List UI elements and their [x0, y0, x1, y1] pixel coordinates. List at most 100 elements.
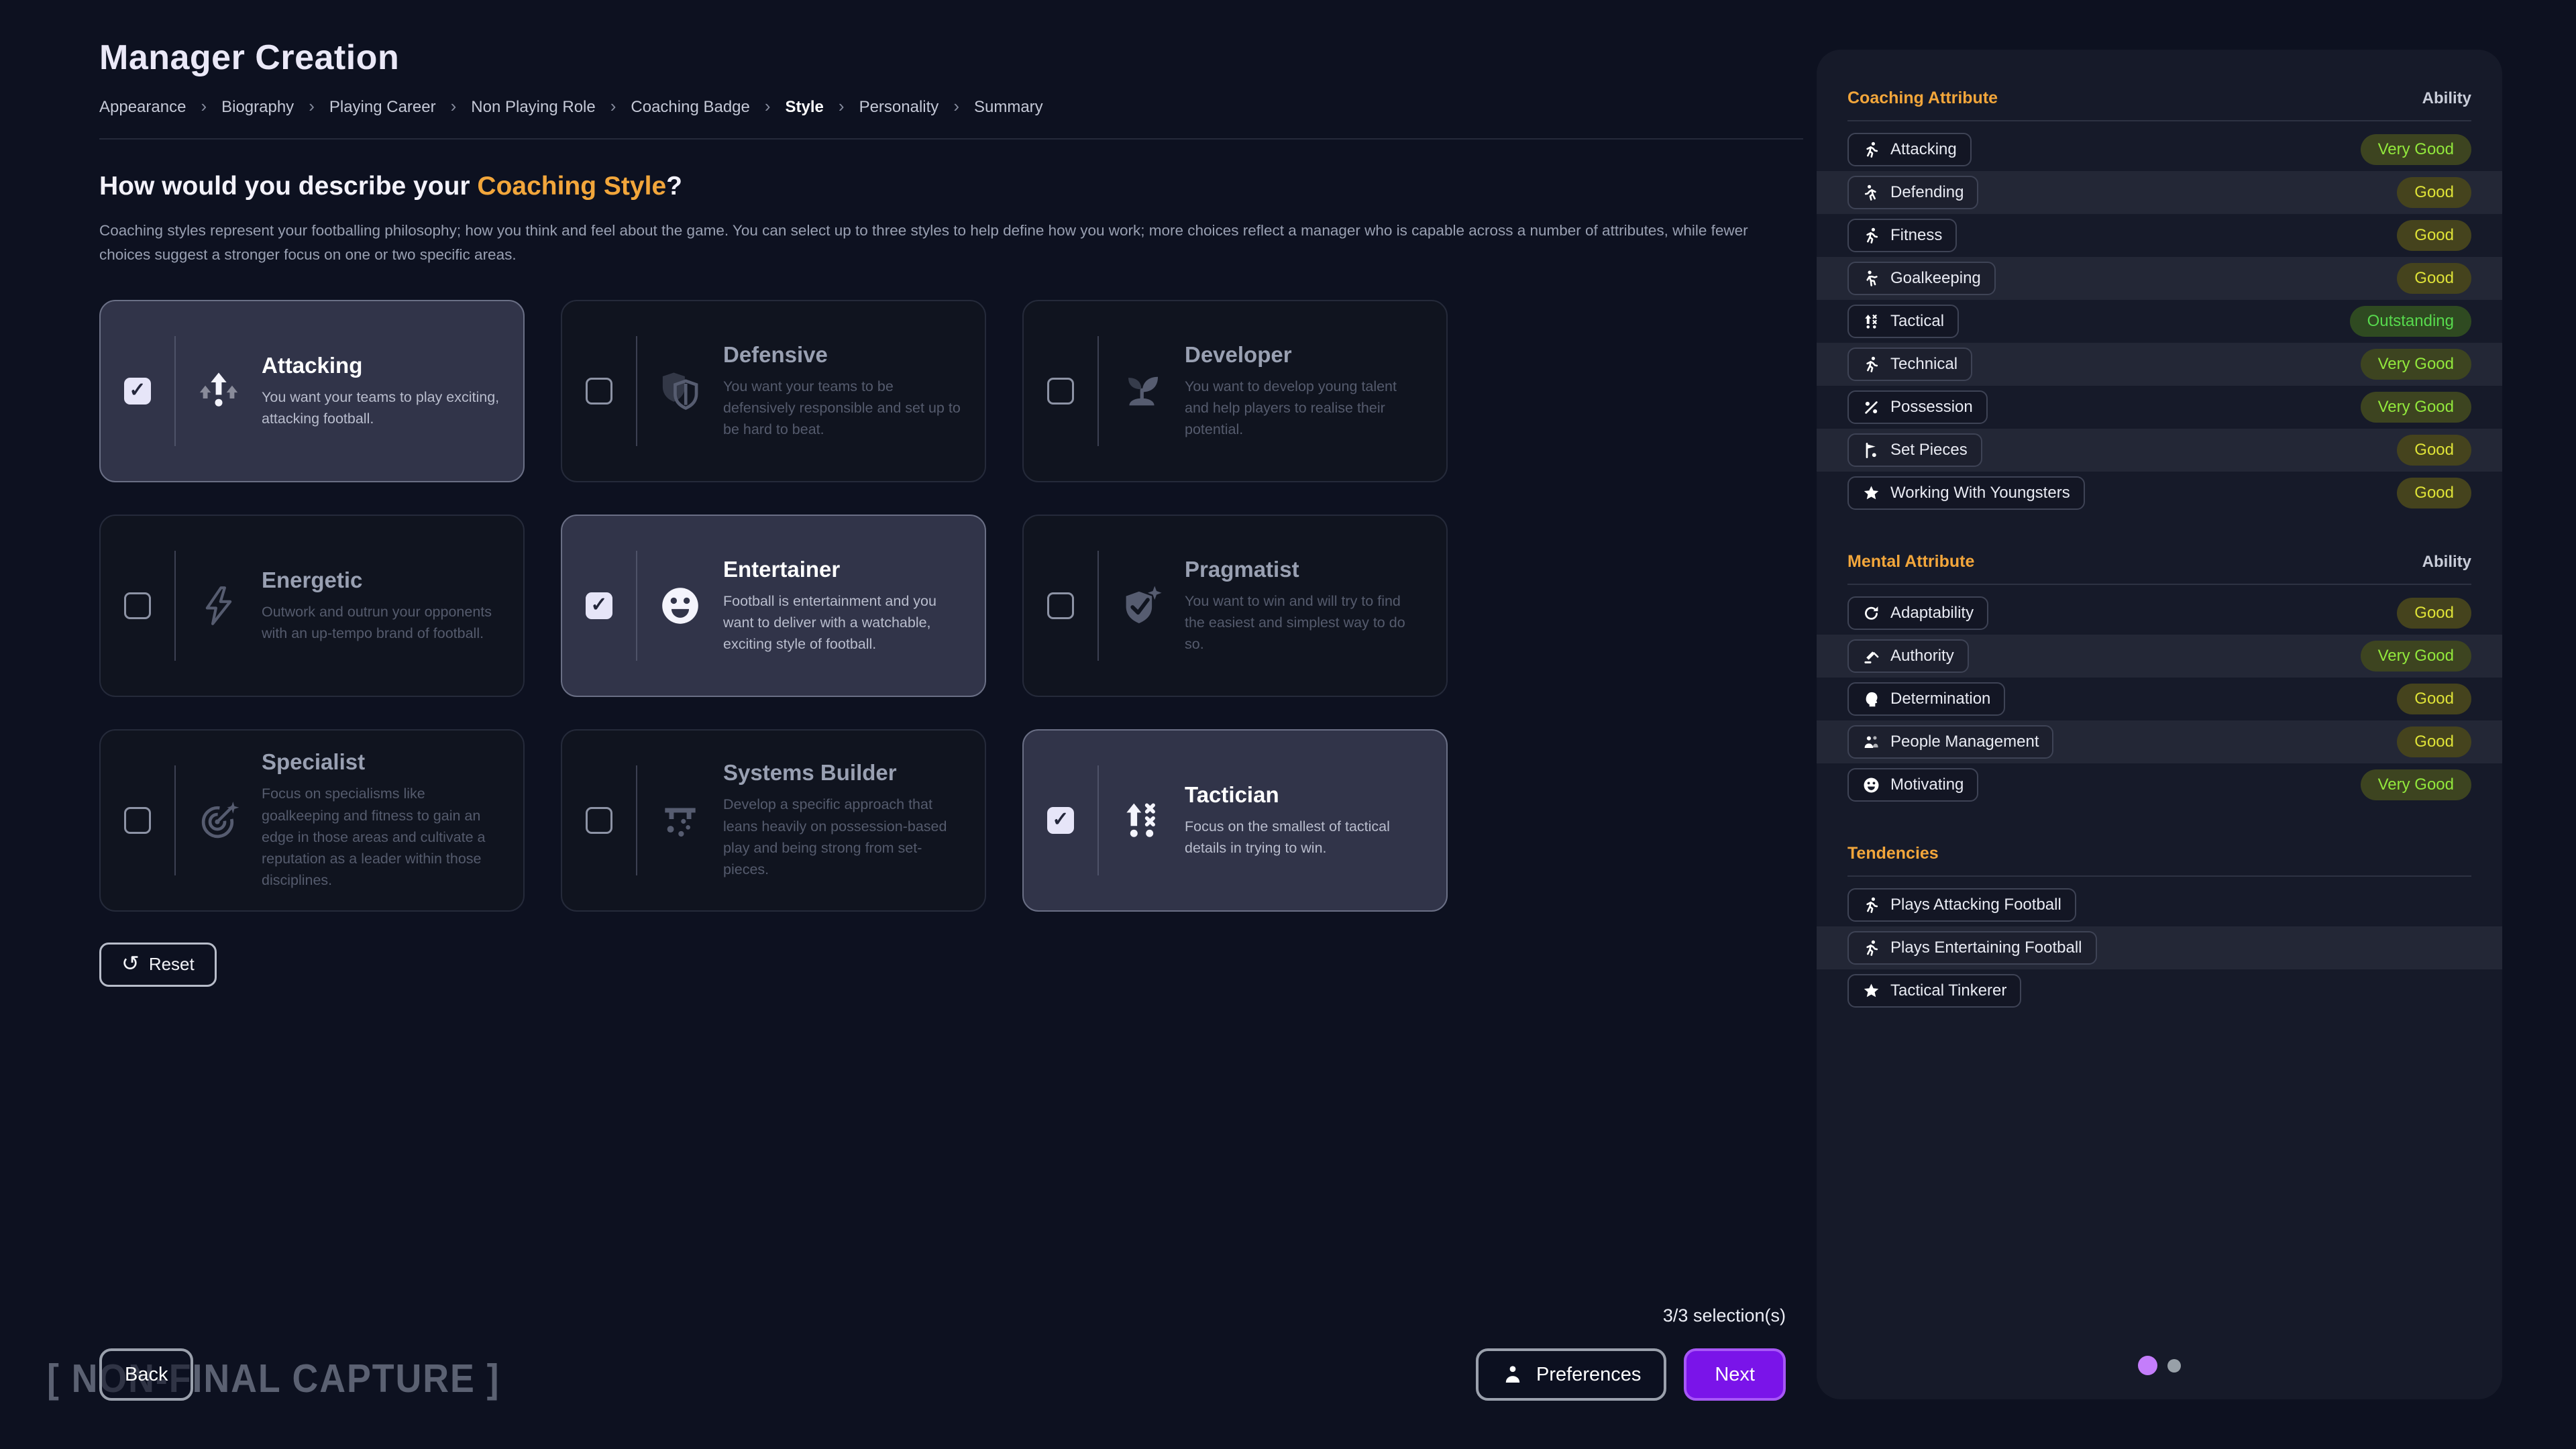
style-card-energetic[interactable]: Energetic Outwork and outrun your oppone… — [99, 515, 525, 697]
footer-actions: Preferences Next — [1476, 1348, 1786, 1401]
tackle-icon — [1862, 184, 1880, 202]
chevron-right-icon: › — [765, 97, 771, 115]
breadcrumb-item-style-current[interactable]: Style — [786, 98, 824, 117]
style-card-developer[interactable]: Developer You want to develop young tale… — [1022, 300, 1448, 482]
attribute-row-adaptability: Adaptability Good — [1817, 592, 2502, 635]
attribute-chip: Working With Youngsters — [1847, 476, 2085, 510]
tactician-checkbox[interactable]: ✓ — [1047, 807, 1074, 834]
ability-badge: Very Good — [2361, 769, 2471, 800]
attribute-label: Working With Youngsters — [1890, 484, 2070, 502]
attribute-label: Adaptability — [1890, 604, 1974, 623]
energetic-bolt-icon — [197, 584, 241, 628]
tendency-label: Plays Entertaining Football — [1890, 938, 2082, 957]
section-divider — [1847, 584, 2471, 585]
person-icon — [1501, 1363, 1524, 1386]
attacking-checkbox[interactable]: ✓ — [124, 378, 151, 405]
specialist-checkbox[interactable] — [124, 807, 151, 834]
icon-column — [637, 516, 723, 696]
attribute-chip: Tactical — [1847, 305, 1959, 338]
reset-button[interactable]: ↺ Reset — [99, 943, 217, 987]
style-card-description: Outwork and outrun your opponents with a… — [262, 601, 500, 645]
attribute-label: Tactical — [1890, 312, 1944, 331]
corner-flag-icon — [1862, 441, 1880, 460]
runner-icon — [1862, 896, 1880, 914]
star-icon — [1862, 484, 1880, 502]
pragmatist-shield-check-icon — [1120, 584, 1164, 628]
icon-column — [1099, 301, 1185, 481]
style-card-systems-builder[interactable]: Systems Builder Develop a specific appro… — [561, 729, 986, 912]
style-card-defensive[interactable]: Defensive You want your teams to be defe… — [561, 300, 986, 482]
breadcrumb-item-appearance[interactable]: Appearance — [99, 98, 186, 117]
ability-badge: Good — [2397, 263, 2471, 294]
checkbox-column: ✓ — [562, 516, 636, 696]
icon-column — [1099, 516, 1185, 696]
style-card-title: Energetic — [262, 568, 500, 593]
attribute-chip: People Management — [1847, 725, 2053, 759]
tendencies-title: Tendencies — [1847, 844, 1939, 863]
style-card-entertainer[interactable]: ✓ Entertainer Football is entertainment … — [561, 515, 986, 697]
ability-badge: Good — [2397, 435, 2471, 466]
energetic-checkbox[interactable] — [124, 592, 151, 619]
ability-badge: Outstanding — [2350, 306, 2471, 337]
attributes-panel: Coaching Attribute Ability Attacking Ver… — [1817, 50, 2502, 1399]
attribute-chip: Attacking — [1847, 133, 1972, 166]
ability-badge: Very Good — [2361, 349, 2471, 380]
preferences-button[interactable]: Preferences — [1476, 1348, 1666, 1401]
style-card-attacking[interactable]: ✓ Attacking You want your teams to play … — [99, 300, 525, 482]
checkbox-check-icon: ✓ — [590, 595, 607, 615]
coaching-style-grid: ✓ Attacking You want your teams to play … — [99, 300, 1803, 912]
chevron-right-icon: › — [839, 97, 845, 115]
back-button[interactable]: Back — [99, 1348, 193, 1401]
people-icon — [1862, 733, 1880, 751]
tendency-chip: Tactical Tinkerer — [1847, 974, 2021, 1008]
checkbox-column — [562, 301, 636, 481]
ability-badge: Good — [2397, 478, 2471, 508]
defensive-checkbox[interactable] — [586, 378, 612, 405]
attribute-row-authority: Authority Very Good — [1817, 635, 2502, 678]
entertainer-checkbox[interactable]: ✓ — [586, 592, 612, 619]
specialist-target-icon — [197, 798, 241, 843]
tendency-row-tactical-tinkerer: Tactical Tinkerer — [1817, 969, 2502, 1012]
attribute-label: People Management — [1890, 733, 2039, 751]
attribute-label: Set Pieces — [1890, 441, 1968, 460]
pragmatist-checkbox[interactable] — [1047, 592, 1074, 619]
tendencies-header: Tendencies — [1847, 806, 2471, 863]
style-card-tactician[interactable]: ✓ Tactician Focus on the smallest of tac… — [1022, 729, 1448, 912]
attribute-row-set-pieces: Set Pieces Good — [1817, 429, 2502, 472]
card-text: Attacking You want your teams to play ex… — [262, 301, 523, 481]
preferences-label: Preferences — [1536, 1364, 1641, 1386]
style-card-description: You want your teams to be defensively re… — [723, 376, 962, 441]
developer-checkbox[interactable] — [1047, 378, 1074, 405]
breadcrumb-item-personality[interactable]: Personality — [859, 98, 939, 117]
breadcrumb-item-biography[interactable]: Biography — [221, 98, 294, 117]
card-text: Tactician Focus on the smallest of tacti… — [1185, 731, 1446, 910]
breadcrumb-item-coaching-badge[interactable]: Coaching Badge — [631, 98, 749, 117]
attribute-chip: Determination — [1847, 682, 2005, 716]
card-text: Energetic Outwork and outrun your oppone… — [262, 516, 523, 696]
breadcrumb-item-summary[interactable]: Summary — [974, 98, 1043, 117]
systems-builder-checkbox[interactable] — [586, 807, 612, 834]
style-card-title: Attacking — [262, 353, 500, 378]
breadcrumb-item-non-playing-role[interactable]: Non Playing Role — [471, 98, 595, 117]
mental-attribute-rows: Adaptability Good Authority Very Good De… — [1817, 592, 2502, 806]
attribute-row-motivating: Motivating Very Good — [1817, 763, 2502, 806]
ability-badge: Good — [2397, 177, 2471, 208]
developer-sprout-icon — [1120, 369, 1164, 413]
style-card-specialist[interactable]: Specialist Focus on specialisms like goa… — [99, 729, 525, 912]
ability-badge: Very Good — [2361, 134, 2471, 165]
attribute-row-people-management: People Management Good — [1817, 720, 2502, 763]
breadcrumb-item-playing-career[interactable]: Playing Career — [329, 98, 436, 117]
ability-badge: Good — [2397, 220, 2471, 251]
tendencies-rows: Plays Attacking Football Plays Entertain… — [1817, 883, 2502, 1012]
mental-attribute-header: Mental Attribute Ability — [1847, 515, 2471, 572]
next-button[interactable]: Next — [1684, 1348, 1786, 1401]
attribute-label: Fitness — [1890, 226, 1942, 245]
selection-count: 3/3 selection(s) — [1663, 1305, 1786, 1326]
panel-pagination — [1817, 1356, 2502, 1375]
pagination-dot-active[interactable] — [2138, 1356, 2157, 1375]
pagination-dot[interactable] — [2167, 1359, 2181, 1373]
attribute-row-fitness: Fitness Good — [1817, 214, 2502, 257]
header-divider — [99, 138, 1803, 140]
tactician-arrow-x-icon — [1120, 798, 1164, 843]
style-card-pragmatist[interactable]: Pragmatist You want to win and will try … — [1022, 515, 1448, 697]
